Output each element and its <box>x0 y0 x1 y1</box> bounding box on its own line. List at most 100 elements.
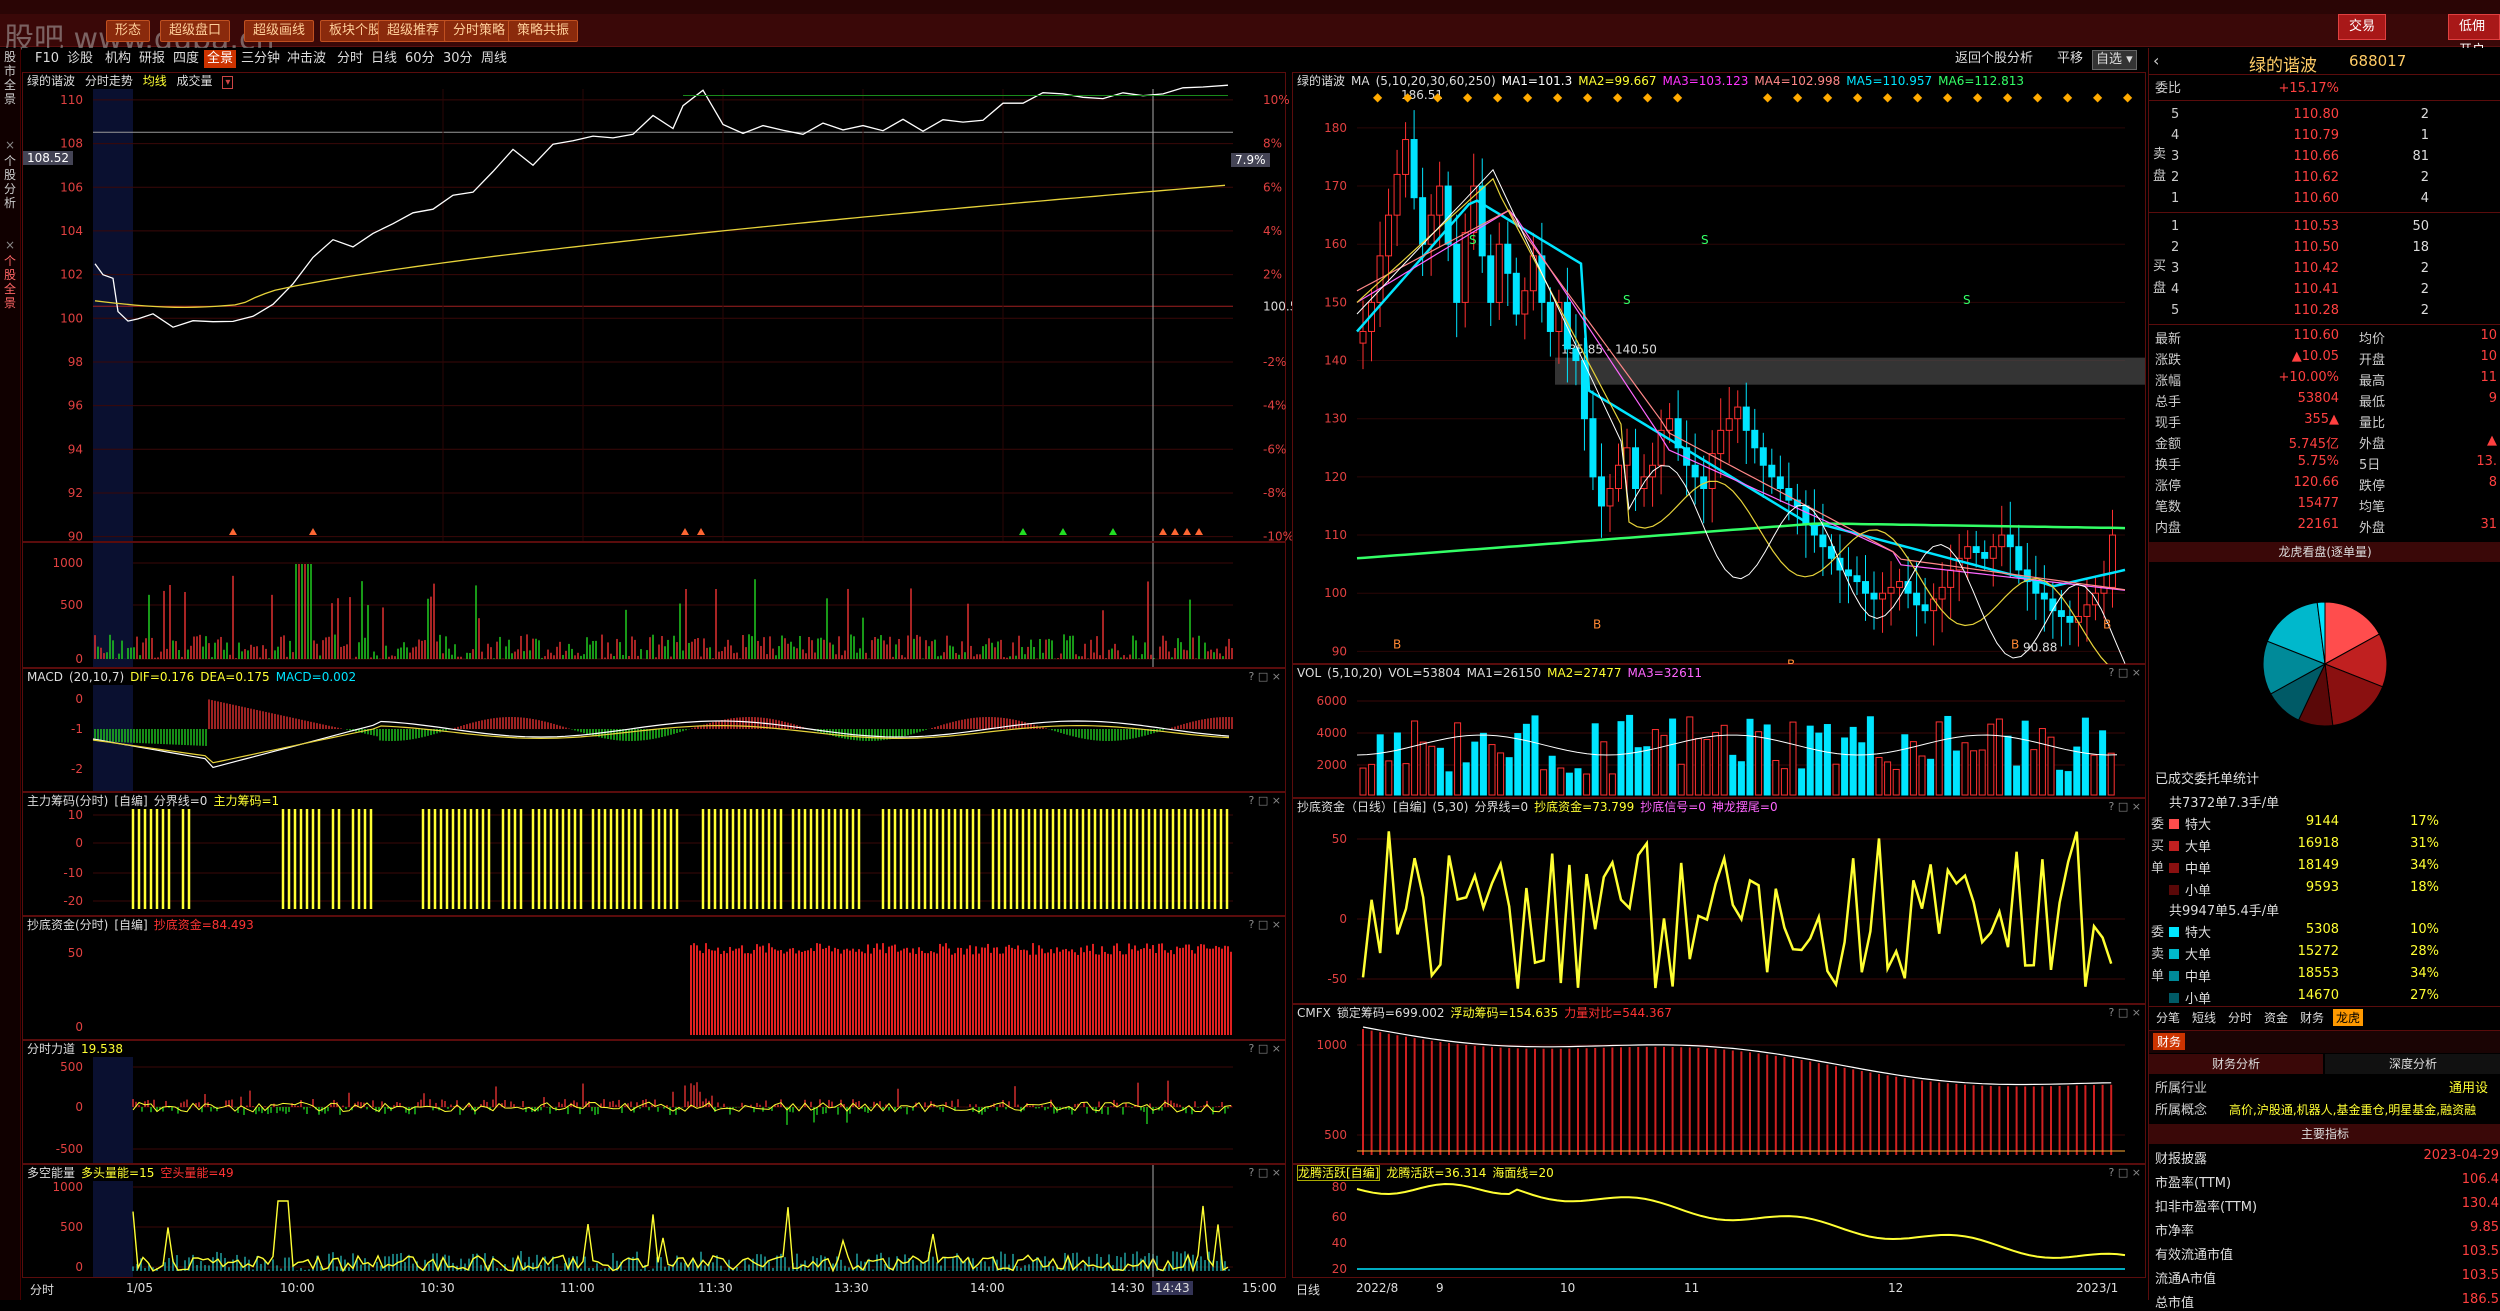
buy-level-row[interactable]: 4 110.41 2 <box>2149 279 2500 300</box>
low-label: 90.88 <box>2023 641 2057 655</box>
sell-deal-num: 15272 <box>2297 944 2339 959</box>
stat-label: 开盘 <box>2359 353 2386 368</box>
candle-body <box>1487 255 1495 303</box>
watchlist-dropdown[interactable]: 自选 ▾ <box>2092 50 2137 70</box>
level-price: 110.50 <box>2293 240 2340 255</box>
stat-label: 跌停 <box>2359 479 2386 494</box>
time-tick: 13:30 <box>834 1281 869 1295</box>
time-tick: 14:30 <box>1110 1281 1145 1295</box>
duokong-line <box>132 1200 1229 1273</box>
tab-sanfenzhong[interactable]: 三分钟 <box>238 50 283 68</box>
tab-chongjibo[interactable]: 冲击波 <box>284 50 329 68</box>
candle-body <box>1725 418 1733 431</box>
intraday-chart-panel[interactable]: 绿的谐波 分时走势 均线 成交量 ▾ 110 10% 108 8% 106 6% 104 4%… <box>22 72 1305 544</box>
signal-marker <box>1059 528 1067 535</box>
sidebar-tab[interactable]: 分时 <box>2225 1009 2255 1026</box>
buy-deal-num: 16918 <box>2297 836 2339 851</box>
tab-sidu[interactable]: 四度 <box>170 50 202 68</box>
y-tick-right: -6% <box>1263 442 1286 456</box>
toolbar-btn-gongzhen[interactable]: 策略共振 <box>508 20 579 42</box>
fin-label: 流通A市值 <box>2155 1272 2216 1287</box>
sell-level-row[interactable]: 1 110.60 4 <box>2149 188 2500 209</box>
dvol-bar <box>1961 742 1969 796</box>
tab-market-overview[interactable]: 股市全景 <box>2 50 18 106</box>
daily-candles-plot: 18017016015014013012011010090135.85 - 14… <box>1324 88 2145 675</box>
level-price: 110.28 <box>2293 303 2340 318</box>
y-tick-left: 94 <box>68 442 83 456</box>
ma-yellow-line <box>1356 177 2126 675</box>
buy-level-row[interactable]: 5 110.28 2 <box>2149 300 2500 321</box>
tab-rixian[interactable]: 日线 <box>368 50 400 68</box>
date-tick: 2023/1 <box>2076 1281 2119 1295</box>
sidebar-tab[interactable]: 资金 <box>2261 1009 2291 1026</box>
news-marker: ◆ <box>1373 90 1383 104</box>
toolbar-btn-pankou[interactable]: 超级盘口 <box>160 20 231 42</box>
account-button[interactable]: 低佣开户 <box>2448 14 2500 58</box>
sell-level-row[interactable]: 5 110.80 2 <box>2149 104 2500 125</box>
buy-level-row[interactable]: 1 110.53 50 <box>2149 216 2500 237</box>
dvol-bar <box>1892 768 1900 796</box>
dvol-bar <box>1359 767 1367 796</box>
tab-fenshi[interactable]: 分时 <box>334 50 366 68</box>
close-icon[interactable]: × <box>2 238 18 252</box>
buy-level-row[interactable]: 3 110.42 2 <box>2149 258 2500 279</box>
daily-kline-panel[interactable]: 绿的谐波 MA (5,10,20,30,60,250) MA1=101.3 MA2=99… <box>1292 72 2146 675</box>
tab-yanbao[interactable]: 研报 <box>136 50 168 68</box>
tab-zhengu[interactable]: 诊股 <box>64 50 96 68</box>
toolbar-btn-huaxian[interactable]: 超级画线 <box>244 20 315 42</box>
cday-tick: 50 <box>1332 832 1347 846</box>
sell-signal-marker: S <box>1623 293 1631 307</box>
sidebar-tab[interactable]: 龙虎 <box>2333 1009 2364 1026</box>
signal-marker <box>681 528 689 535</box>
tab-quanjing[interactable]: 全景 <box>204 50 237 68</box>
lidao-panel: 分时力道 19.538 ? □ × 500 0 -500 <box>22 1040 1286 1164</box>
finance-tab[interactable]: 财务 <box>2153 1033 2186 1050</box>
tab-stock-panorama[interactable]: 个股全景 <box>2 254 18 310</box>
back-icon[interactable]: ‹ <box>2153 51 2159 70</box>
buy-deal-pct: 18% <box>2410 880 2439 895</box>
finance-analysis-tab[interactable]: 财务分析 <box>2149 1054 2323 1074</box>
sell-level-row[interactable]: 4 110.79 1 <box>2149 125 2500 146</box>
sidebar-tab[interactable]: 短线 <box>2189 1009 2219 1026</box>
sidebar-tab[interactable]: 财务 <box>2297 1009 2327 1026</box>
stat-label: 换手 <box>2155 458 2182 473</box>
candle-body <box>1776 476 1784 490</box>
axis-mode[interactable]: 分时 <box>30 1281 54 1298</box>
watchlist-label: 自选 <box>2096 52 2123 67</box>
level-label: 5 <box>2171 107 2180 122</box>
buy-level-row[interactable]: 2 110.50 18 <box>2149 237 2500 258</box>
dvol-bar <box>1884 761 1892 796</box>
buy-deal-num: 18149 <box>2297 858 2339 873</box>
tab-jigou[interactable]: 机构 <box>102 50 134 68</box>
tab-60min[interactable]: 60分 <box>402 50 438 68</box>
buy-deal-name: 中单 <box>2185 862 2212 877</box>
tab-30min[interactable]: 30分 <box>440 50 476 68</box>
trade-button[interactable]: 交易 <box>2338 14 2387 40</box>
sell-level-row[interactable]: 2 110.62 2 <box>2149 167 2500 188</box>
candle-body <box>2032 581 2040 594</box>
toolbar-btn-tuijian[interactable]: 超级推荐 <box>378 20 449 42</box>
premarket-shade <box>93 1057 133 1163</box>
daily-y-tick: 170 <box>1324 179 1347 193</box>
pan-button[interactable]: 平移 <box>2054 50 2086 68</box>
lidao-plot: 500 0 -500 <box>56 1057 1233 1163</box>
dvol-bar <box>1574 768 1582 796</box>
tab-stock-analysis[interactable]: 个股分析 <box>2 154 18 210</box>
sell-level-row[interactable]: 3 110.66 81 <box>2149 146 2500 167</box>
dvol-bar <box>1729 754 1737 796</box>
back-to-analysis-link[interactable]: 返回个股分析 <box>1952 50 2036 68</box>
sidebar-tab[interactable]: 分笔 <box>2153 1009 2183 1026</box>
daily-y-tick: 180 <box>1324 121 1347 135</box>
toolbar-btn-shape[interactable]: 形态 <box>106 20 151 42</box>
candle-body <box>1947 569 1955 588</box>
tab-zhouxian[interactable]: 周线 <box>478 50 510 68</box>
toolbar-btn-celue[interactable]: 分时策略 <box>444 20 515 42</box>
close-icon[interactable]: × <box>2 138 18 152</box>
intraday-time-axis: 分时 1/05 10:00 10:30 11:00 11:30 13:30 14:00 14:… <box>22 1278 1284 1300</box>
tab-f10[interactable]: F10 <box>32 50 62 68</box>
date-tick: 12 <box>1888 1281 1904 1295</box>
daily-y-tick: 140 <box>1324 354 1347 368</box>
deep-analysis-tab[interactable]: 深度分析 <box>2325 1054 2500 1074</box>
daily-axis-mode[interactable]: 日线 <box>1296 1281 1320 1298</box>
sell-deal-color-swatch <box>2169 993 2179 1003</box>
